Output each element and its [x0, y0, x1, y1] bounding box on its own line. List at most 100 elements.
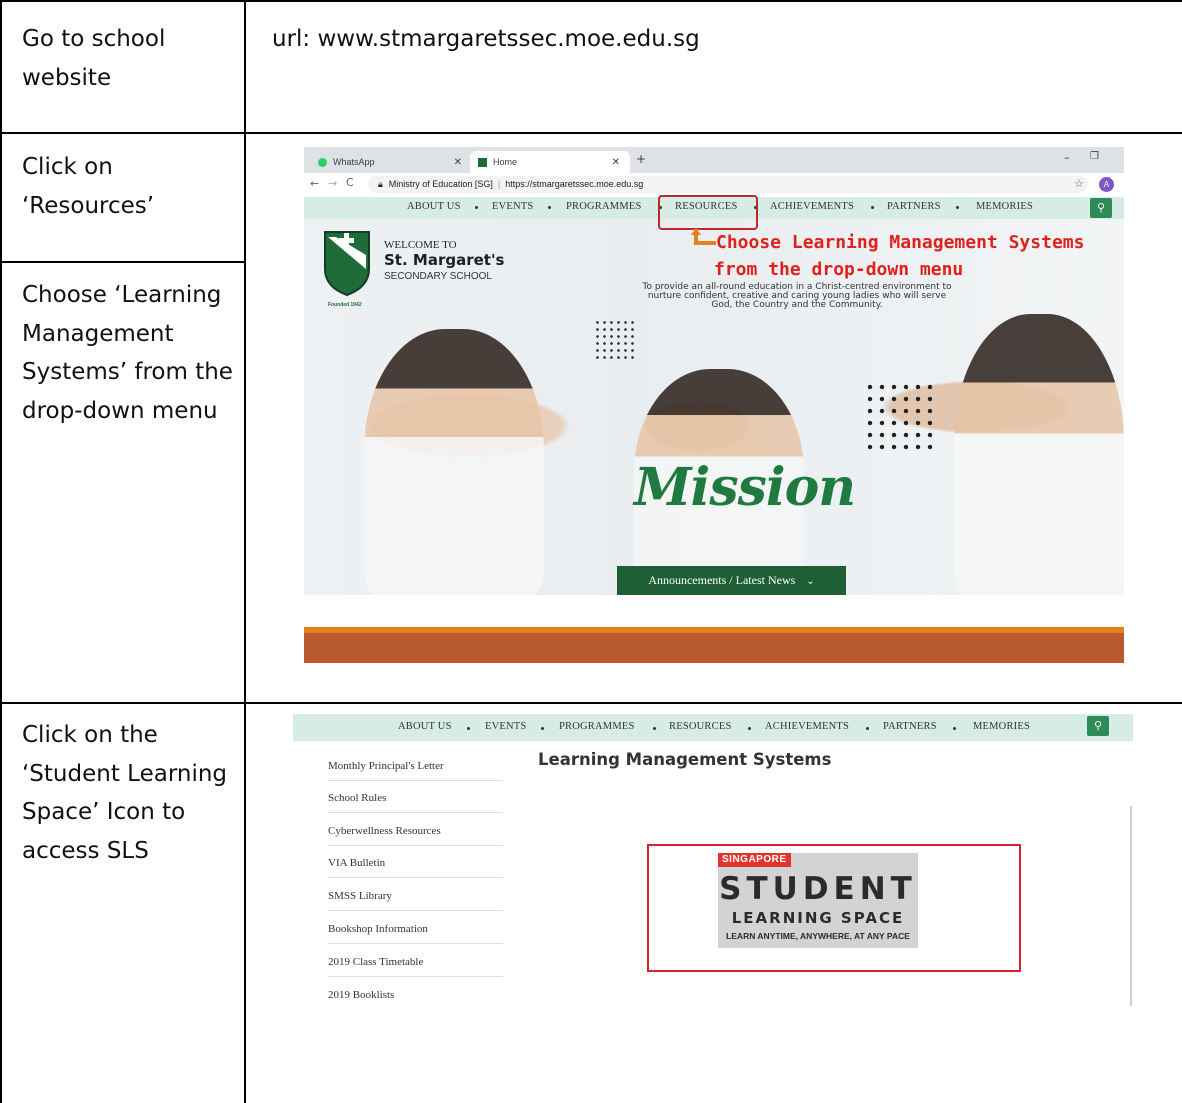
scrollbar[interactable]	[1130, 806, 1132, 1006]
footer-band	[304, 633, 1124, 663]
forward-icon[interactable]: →	[328, 177, 337, 190]
sidebar-divider	[328, 780, 503, 781]
sls-tagline: LEARN ANYTIME, ANYWHERE, AT ANY PACE	[726, 931, 910, 941]
table-row-divider	[0, 132, 1182, 134]
sidebar-item-booklists[interactable]: 2019 Booklists	[328, 989, 394, 1001]
sidebar-divider	[328, 845, 503, 846]
nav-events[interactable]: EVENTS	[485, 721, 526, 732]
minimize-icon[interactable]: –	[1064, 151, 1070, 164]
nav-achievements[interactable]: ACHIEVEMENTS	[770, 201, 854, 212]
sidebar-item-school-rules[interactable]: School Rules	[328, 792, 386, 804]
nav-separator	[748, 727, 751, 730]
nav-partners[interactable]: PARTNERS	[887, 201, 941, 212]
site-nav: ABOUT US EVENTS PROGRAMMES RESOURCES ACH…	[293, 714, 1133, 741]
lms-page-screenshot: ABOUT US EVENTS PROGRAMMES RESOURCES ACH…	[293, 714, 1133, 1014]
founded-label: Founded 1942	[328, 302, 362, 308]
reload-icon[interactable]: C	[346, 176, 354, 189]
nav-events[interactable]: EVENTS	[492, 201, 533, 212]
whatsapp-icon	[318, 157, 327, 167]
welcome-label: WELCOME TO	[384, 239, 457, 251]
school-favicon-icon	[478, 157, 487, 167]
browser-tab-whatsapp[interactable]: WhatsApp ✕	[312, 151, 472, 173]
sidebar-item-class-timetable[interactable]: 2019 Class Timetable	[328, 956, 423, 968]
nav-about-us[interactable]: ABOUT US	[407, 201, 461, 212]
address-site: Ministry of Education [SG]	[388, 179, 493, 189]
mission-statement: To provide an all-round education in a C…	[642, 282, 952, 310]
school-name: St. Margaret's	[384, 251, 505, 269]
sidebar-item-library[interactable]: SMSS Library	[328, 890, 392, 902]
nav-separator	[956, 206, 959, 209]
sls-student-text: STUDENT	[719, 871, 917, 907]
close-icon[interactable]: ✕	[454, 157, 462, 168]
mission-word: Mission	[634, 457, 856, 518]
nav-separator	[653, 727, 656, 730]
nav-memories[interactable]: MEMORIES	[973, 721, 1030, 732]
restore-icon[interactable]: ❐	[1090, 151, 1099, 162]
profile-avatar[interactable]: A	[1099, 177, 1114, 192]
sls-learning-space-text: LEARNING SPACE	[731, 909, 905, 927]
step-1-instruction: Go to school website	[22, 26, 166, 91]
student-figure	[954, 314, 1124, 595]
sidebar-divider	[328, 910, 503, 911]
sidebar-divider	[328, 812, 503, 813]
callout-line-2: from the drop-down menu	[714, 259, 964, 280]
step-2-instruction: Click on ‘Resources’	[22, 154, 155, 219]
star-icon[interactable]: ☆	[1074, 177, 1084, 190]
nav-separator	[475, 206, 478, 209]
nav-about-us[interactable]: ABOUT US	[398, 721, 452, 732]
nav-partners[interactable]: PARTNERS	[883, 721, 937, 732]
tab-label: WhatsApp	[333, 157, 375, 167]
new-tab-icon[interactable]: +	[636, 152, 646, 166]
school-url: url: www.stmargaretssec.moe.edu.sg	[272, 26, 700, 52]
sidebar-item-cyberwellness[interactable]: Cyberwellness Resources	[328, 825, 441, 837]
back-icon[interactable]: ←	[310, 177, 319, 190]
dot-pattern	[864, 381, 936, 453]
table-border-left	[0, 0, 2, 1103]
nav-memories[interactable]: MEMORIES	[976, 201, 1033, 212]
nav-achievements[interactable]: ACHIEVEMENTS	[765, 721, 849, 732]
school-type: SECONDARY SCHOOL	[384, 271, 492, 282]
search-button[interactable]: ⚲	[1087, 716, 1109, 736]
table-row-divider	[0, 702, 1182, 704]
nav-programmes[interactable]: PROGRAMMES	[566, 201, 642, 212]
table-subrow-divider	[0, 261, 245, 263]
sls-singapore-tag: SINGAPORE	[718, 853, 791, 867]
nav-separator	[548, 206, 551, 209]
step-4-instruction: Click on the ‘Student Learning Space’ Ic…	[22, 722, 228, 864]
callout-line-1: Choose Learning Management Systems	[716, 232, 1085, 253]
nav-resources[interactable]: RESOURCES	[669, 721, 731, 732]
lock-icon: 🔒︎	[378, 179, 383, 189]
nav-separator	[541, 727, 544, 730]
page-title: Learning Management Systems	[538, 750, 832, 769]
address-url: https://stmargaretssec.moe.edu.sg	[505, 179, 644, 189]
homepage-screenshot: WhatsApp ✕ Home ✕ + – ❐ ← → C 🔒︎ Ministry…	[304, 147, 1124, 663]
sidebar-divider	[328, 943, 503, 944]
sidebar-divider	[328, 976, 503, 977]
step-3-instruction: Choose ‘Learning Management Systems’ fro…	[22, 282, 233, 424]
nav-separator	[953, 727, 956, 730]
nav-separator	[467, 727, 470, 730]
chevron-down-icon: ⌄	[806, 576, 815, 587]
table-column-divider	[244, 0, 246, 1103]
sls-logo-button[interactable]: SINGAPORE STUDENT LEARNING SPACE LEARN A…	[718, 853, 918, 948]
search-icon: ⚲	[1093, 719, 1103, 732]
table-border-top	[0, 0, 1182, 2]
tab-label: Home	[493, 157, 518, 167]
search-button[interactable]: ⚲	[1090, 198, 1112, 218]
sidebar-item-via-bulletin[interactable]: VIA Bulletin	[328, 857, 385, 869]
dot-pattern	[594, 319, 638, 363]
nav-separator	[871, 206, 874, 209]
browser-tab-strip: WhatsApp ✕ Home ✕ + – ❐	[304, 147, 1124, 173]
close-icon[interactable]: ✕	[612, 157, 620, 168]
nav-separator	[866, 727, 869, 730]
sidebar-item-bookshop[interactable]: Bookshop Information	[328, 923, 428, 935]
announcements-label: Announcements / Latest News	[648, 573, 796, 587]
sidebar-item-principals-letter[interactable]: Monthly Principal's Letter	[328, 760, 444, 772]
resources-highlight-box	[658, 195, 758, 230]
nav-programmes[interactable]: PROGRAMMES	[559, 721, 635, 732]
search-icon: ⚲	[1096, 201, 1106, 214]
sidebar-divider	[328, 877, 503, 878]
announcements-button[interactable]: Announcements / Latest News ⌄	[617, 566, 846, 595]
browser-tab-home[interactable]: Home ✕	[470, 151, 630, 173]
address-bar[interactable]: 🔒︎ Ministry of Education [SG] | https://stm…	[368, 176, 1088, 193]
